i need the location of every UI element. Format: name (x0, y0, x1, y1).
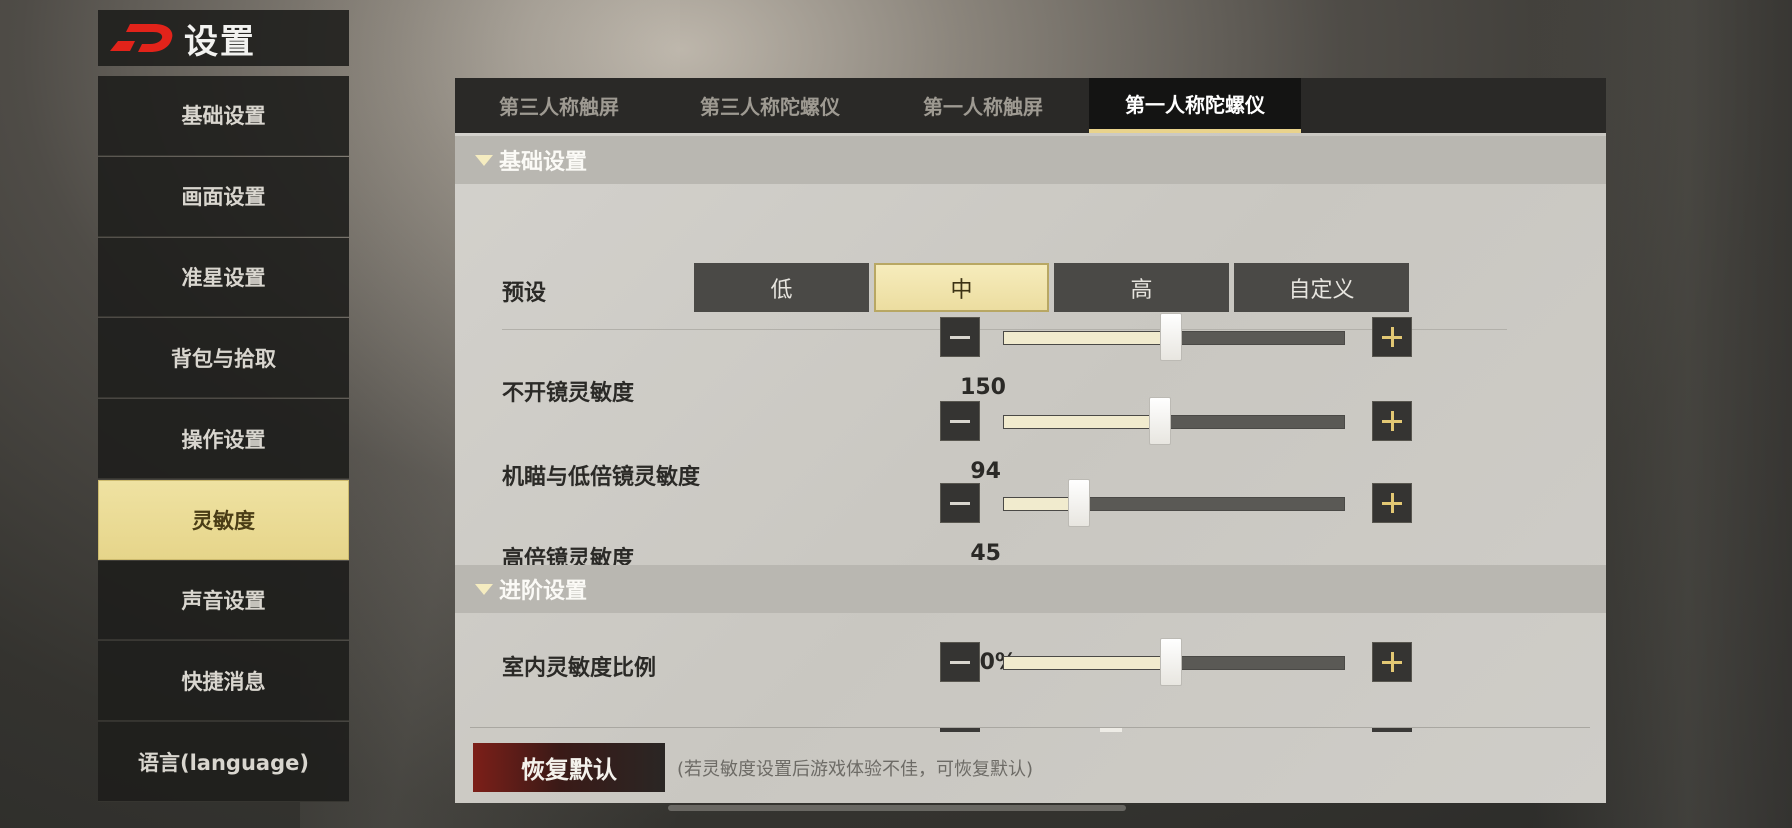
horizontal-scrollbar[interactable] (668, 805, 1126, 811)
settings-sidebar: 基础设置 画面设置 准星设置 背包与拾取 操作设置 灵敏度 声音设置 快捷消息 … (98, 76, 349, 803)
section-advanced-header[interactable]: 进阶设置 (455, 565, 1606, 613)
sidebar-item-crosshair[interactable]: 准星设置 (98, 237, 349, 318)
sensitivity-no-scope-slider[interactable] (1003, 313, 1345, 361)
restore-default-button[interactable]: 恢复默认 (473, 743, 665, 792)
slider-fill (1004, 416, 1160, 428)
sensitivity-iron-sight-slider[interactable] (1003, 397, 1345, 445)
sidebar-item-controls[interactable]: 操作设置 (98, 399, 349, 479)
sensitivity-iron-sight-minus-button[interactable] (940, 401, 980, 441)
caret-down-icon (475, 583, 493, 595)
sensitivity-panel: 第三人称触屏 第三人称陀螺仪 第一人称触屏 第一人称陀螺仪 基础设置 预设 低 … (455, 78, 1606, 803)
slider-fill (1004, 657, 1171, 669)
caret-down-icon (475, 154, 493, 166)
plus-icon (1382, 493, 1402, 513)
page-title: 设置 (184, 21, 256, 62)
tab-bar: 第三人称触屏 第三人称陀螺仪 第一人称触屏 第一人称陀螺仪 (455, 78, 1606, 133)
slider-fill (1004, 332, 1171, 344)
preset-high-button[interactable]: 高 (1054, 263, 1229, 312)
tab-third-person-gyro[interactable]: 第三人称陀螺仪 (663, 78, 877, 133)
sensitivity-high-scope-value: 45 (970, 541, 1001, 566)
sidebar-item-sound[interactable]: 声音设置 (98, 560, 349, 641)
preset-label: 预设 (502, 281, 547, 306)
sensitivity-high-scope-slider[interactable] (1003, 479, 1345, 527)
sensitivity-no-scope-value: 150 (960, 375, 1006, 400)
slider-thumb[interactable] (1149, 397, 1171, 445)
sidebar-item-basic[interactable]: 基础设置 (98, 76, 349, 156)
minus-icon (950, 501, 970, 505)
minus-icon (950, 335, 970, 339)
section-basic-header[interactable]: 基础设置 (455, 136, 1606, 184)
slider-thumb[interactable] (1160, 313, 1182, 361)
sidebar-item-language[interactable]: 语言(language) (98, 722, 349, 803)
next-row-peek (940, 728, 980, 732)
tab-third-person-touch[interactable]: 第三人称触屏 (455, 78, 663, 133)
plus-icon (1382, 411, 1402, 431)
sidebar-item-sensitivity[interactable]: 灵敏度 (98, 479, 349, 560)
preset-low-button[interactable]: 低 (694, 263, 869, 312)
preset-selector: 低 中 高 自定义 (694, 263, 1409, 312)
next-row-peek (1100, 728, 1122, 732)
tab-first-person-touch[interactable]: 第一人称触屏 (877, 78, 1089, 133)
game-logo-icon (110, 24, 173, 52)
sensitivity-no-scope-minus-button[interactable] (940, 317, 980, 357)
sensitivity-iron-sight-label: 机瞄与低倍镜灵敏度 (502, 465, 701, 490)
indoor-sensitivity-ratio-label: 室内灵敏度比例 (502, 656, 657, 681)
sensitivity-iron-sight-value: 94 (970, 459, 1001, 484)
minus-icon (950, 419, 970, 423)
preset-custom-button[interactable]: 自定义 (1234, 263, 1409, 312)
sensitivity-iron-sight-plus-button[interactable] (1372, 401, 1412, 441)
section-advanced-title: 进阶设置 (499, 579, 588, 604)
settings-title-bar: 设置 (98, 10, 349, 66)
restore-default-note: (若灵敏度设置后游戏体验不佳，可恢复默认) (677, 759, 1034, 780)
settings-content: 基础设置 预设 低 中 高 自定义 不开镜灵敏度 150 机瞄与低倍镜灵敏度 9… (455, 133, 1606, 803)
indoor-sensitivity-ratio-minus-button[interactable] (940, 642, 980, 682)
sensitivity-high-scope-plus-button[interactable] (1372, 483, 1412, 523)
sidebar-item-graphics[interactable]: 画面设置 (98, 156, 349, 237)
scroll-boundary-line (470, 727, 1590, 728)
sidebar-item-quick-messages[interactable]: 快捷消息 (98, 641, 349, 722)
sidebar-item-backpack-pickup[interactable]: 背包与拾取 (98, 318, 349, 399)
slider-thumb[interactable] (1160, 638, 1182, 686)
preset-medium-button[interactable]: 中 (874, 263, 1049, 312)
indoor-sensitivity-ratio-plus-button[interactable] (1372, 642, 1412, 682)
sensitivity-high-scope-minus-button[interactable] (940, 483, 980, 523)
sensitivity-no-scope-label: 不开镜灵敏度 (502, 381, 635, 406)
indoor-sensitivity-ratio-slider[interactable] (1003, 638, 1345, 686)
tab-first-person-gyro[interactable]: 第一人称陀螺仪 (1089, 78, 1301, 133)
plus-icon (1382, 652, 1402, 672)
plus-icon (1382, 327, 1402, 347)
divider (502, 329, 1507, 330)
section-basic-title: 基础设置 (499, 150, 588, 175)
slider-thumb[interactable] (1068, 479, 1090, 527)
sensitivity-no-scope-plus-button[interactable] (1372, 317, 1412, 357)
next-row-peek (1372, 728, 1412, 732)
minus-icon (950, 660, 970, 664)
